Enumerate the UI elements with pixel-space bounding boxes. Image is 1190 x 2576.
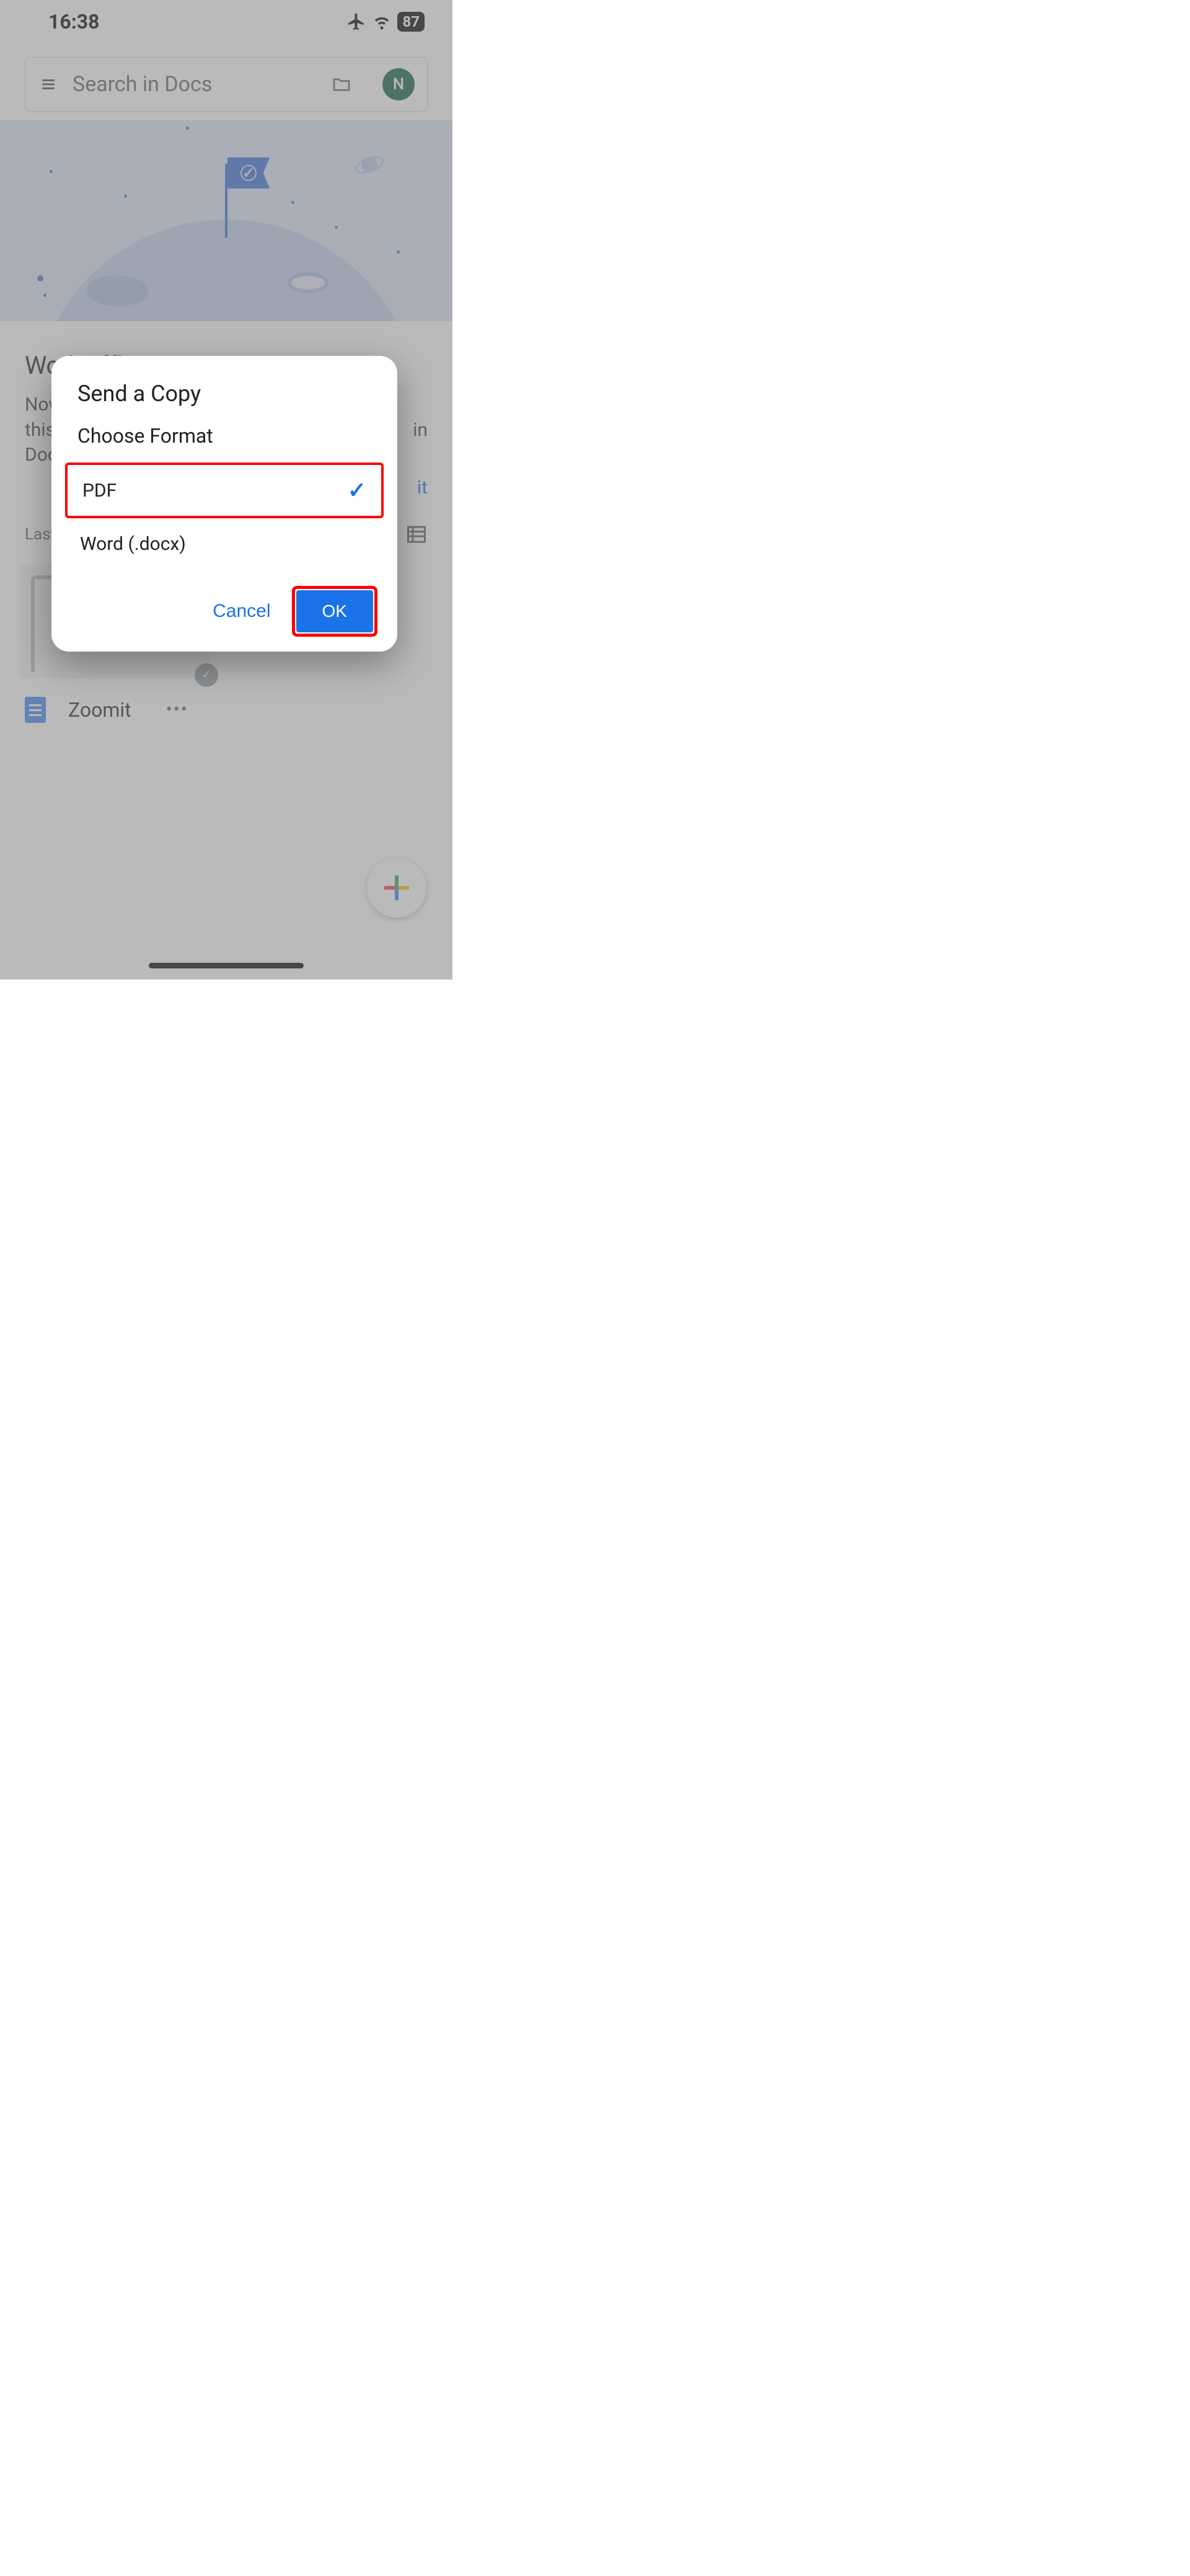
format-option-pdf[interactable]: PDF ✓ (65, 463, 384, 518)
format-option-label: Word (.docx) (80, 533, 186, 555)
check-icon: ✓ (348, 477, 366, 503)
dialog-subtitle: Choose Format (65, 424, 384, 460)
dialog-title: Send a Copy (65, 381, 384, 424)
ok-button[interactable]: OK (296, 590, 373, 632)
format-option-word[interactable]: Word (.docx) (65, 521, 384, 567)
format-option-label: PDF (82, 480, 117, 502)
send-copy-dialog: Send a Copy Choose Format PDF ✓ Word (.d… (51, 356, 397, 652)
cancel-button[interactable]: Cancel (203, 590, 280, 633)
dialog-actions: Cancel OK (65, 586, 384, 637)
